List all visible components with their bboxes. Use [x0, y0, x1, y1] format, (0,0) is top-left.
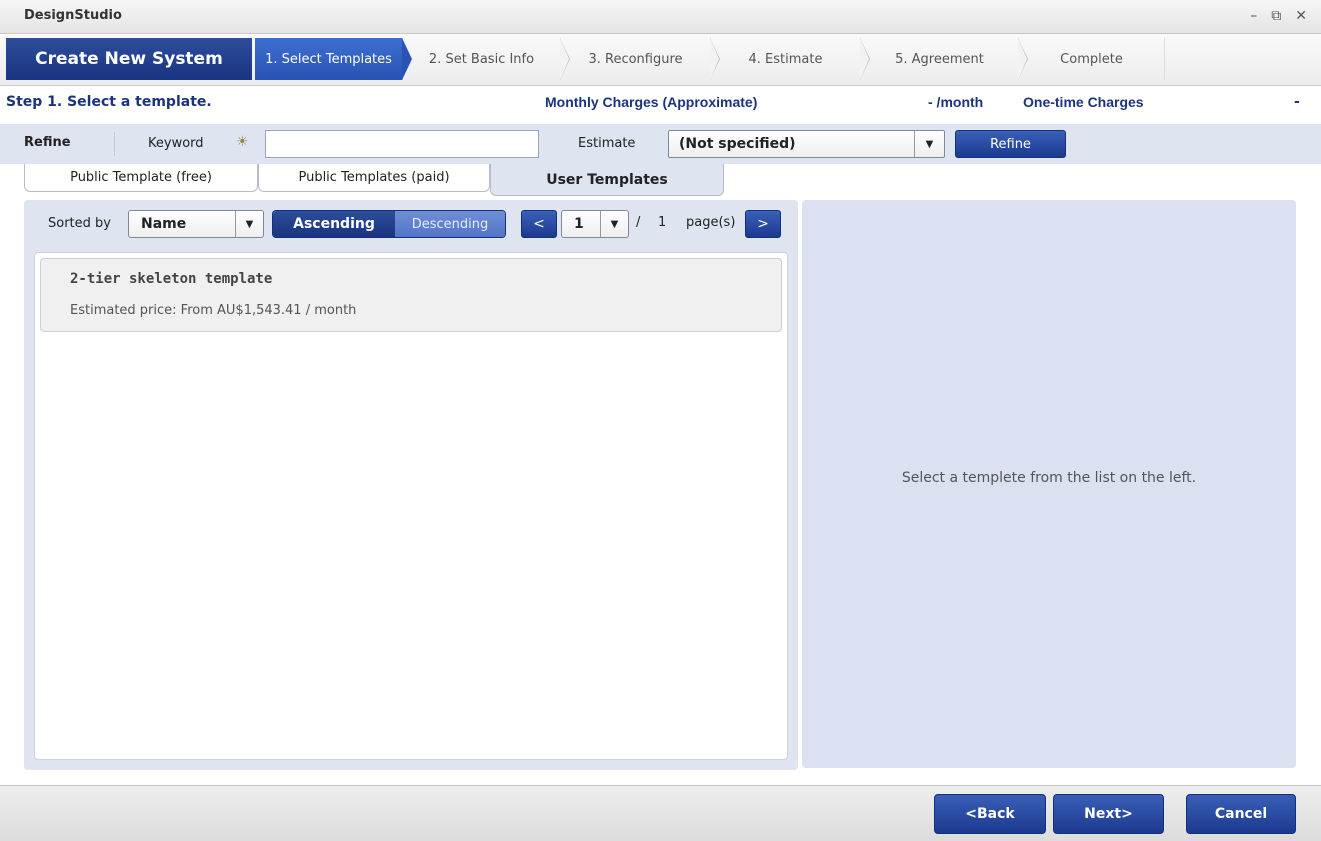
chevron-down-icon: ▼	[600, 211, 628, 237]
back-button[interactable]: <Back	[934, 794, 1046, 834]
template-detail-panel: Select a templete from the list on the l…	[802, 200, 1296, 768]
page-separator: /	[636, 215, 641, 230]
ascending-button[interactable]: Ascending	[273, 211, 395, 237]
template-list-panel: Sorted by Name ▼ Ascending Descending < …	[24, 200, 798, 770]
page-select[interactable]: 1 ▼	[561, 210, 629, 238]
cancel-button[interactable]: Cancel	[1186, 794, 1296, 834]
next-button[interactable]: Next>	[1053, 794, 1164, 834]
onetime-charges-label: One-time Charges	[1023, 94, 1144, 110]
restore-icon[interactable]: ⧉	[1271, 6, 1281, 26]
title-bar: DesignStudio – ⧉ ✕	[0, 0, 1321, 34]
page-label: page(s)	[686, 215, 736, 230]
template-name: 2-tier skeleton template	[70, 271, 273, 287]
estimate-label: Estimate	[578, 136, 636, 151]
template-price: Estimated price: From AU$1,543.41 / mont…	[70, 303, 357, 318]
descending-button[interactable]: Descending	[395, 211, 505, 237]
tab-public-paid[interactable]: Public Templates (paid)	[258, 164, 490, 192]
close-icon[interactable]: ✕	[1295, 6, 1307, 26]
list-item[interactable]: 2-tier skeleton template Estimated price…	[40, 258, 782, 332]
chevron-down-icon: ▼	[914, 131, 944, 157]
detail-hint: Select a templete from the list on the l…	[901, 470, 1197, 486]
step-select-templates: 1. Select Templates	[255, 38, 412, 80]
charges-row: Step 1. Select a template. Monthly Charg…	[0, 86, 1321, 122]
page-total: 1	[658, 215, 667, 230]
wizard-steps: 1. Select Templates 2. Set Basic Info 3.…	[255, 38, 1165, 80]
onetime-charges-value: -	[1294, 94, 1300, 110]
page-select-value: 1	[574, 216, 584, 232]
lightbulb-icon[interactable]: ☀	[236, 134, 249, 150]
prev-page-button[interactable]: <	[521, 210, 557, 238]
estimate-select[interactable]: (Not specified) ▼	[668, 130, 945, 158]
refine-divider	[114, 132, 115, 156]
window-controls: – ⧉ ✕	[1250, 6, 1307, 26]
tab-user-templates[interactable]: User Templates	[490, 164, 724, 196]
sort-order-toggle: Ascending Descending	[272, 210, 506, 238]
footer-bar: <Back Next> Cancel	[0, 785, 1321, 841]
keyword-label: Keyword	[148, 136, 204, 151]
wizard-header: Create New System 1. Select Templates 2.…	[0, 34, 1321, 86]
sort-field-value: Name	[141, 216, 187, 232]
sort-field-select[interactable]: Name ▼	[128, 210, 264, 238]
refine-button[interactable]: Refine	[955, 130, 1066, 158]
monthly-charges-value: - /month	[928, 94, 984, 110]
keyword-input[interactable]	[265, 130, 539, 158]
step-instruction: Step 1. Select a template.	[6, 94, 212, 110]
step-agreement: 5. Agreement	[861, 38, 1028, 80]
tab-public-free[interactable]: Public Template (free)	[24, 164, 258, 192]
template-list: 2-tier skeleton template Estimated price…	[34, 252, 788, 760]
monthly-charges-label: Monthly Charges (Approximate)	[545, 94, 758, 110]
estimate-select-value: (Not specified)	[679, 136, 796, 152]
sort-toolbar: Sorted by Name ▼ Ascending Descending < …	[24, 200, 798, 248]
step-reconfigure: 3. Reconfigure	[561, 38, 720, 80]
step-complete: Complete	[1019, 38, 1165, 80]
sort-label: Sorted by	[48, 216, 111, 231]
step-set-basic-info: 2. Set Basic Info	[403, 38, 570, 80]
step-estimate: 4. Estimate	[711, 38, 870, 80]
wizard-title: Create New System	[6, 38, 252, 80]
app-title: DesignStudio	[24, 8, 122, 23]
template-tabs: Public Template (free) Public Templates …	[24, 164, 724, 196]
refine-label: Refine	[24, 135, 71, 150]
refine-bar: Refine Keyword ☀ Estimate (Not specified…	[0, 124, 1321, 164]
next-page-button[interactable]: >	[745, 210, 781, 238]
chevron-down-icon: ▼	[235, 211, 263, 237]
minimize-icon[interactable]: –	[1250, 6, 1257, 26]
